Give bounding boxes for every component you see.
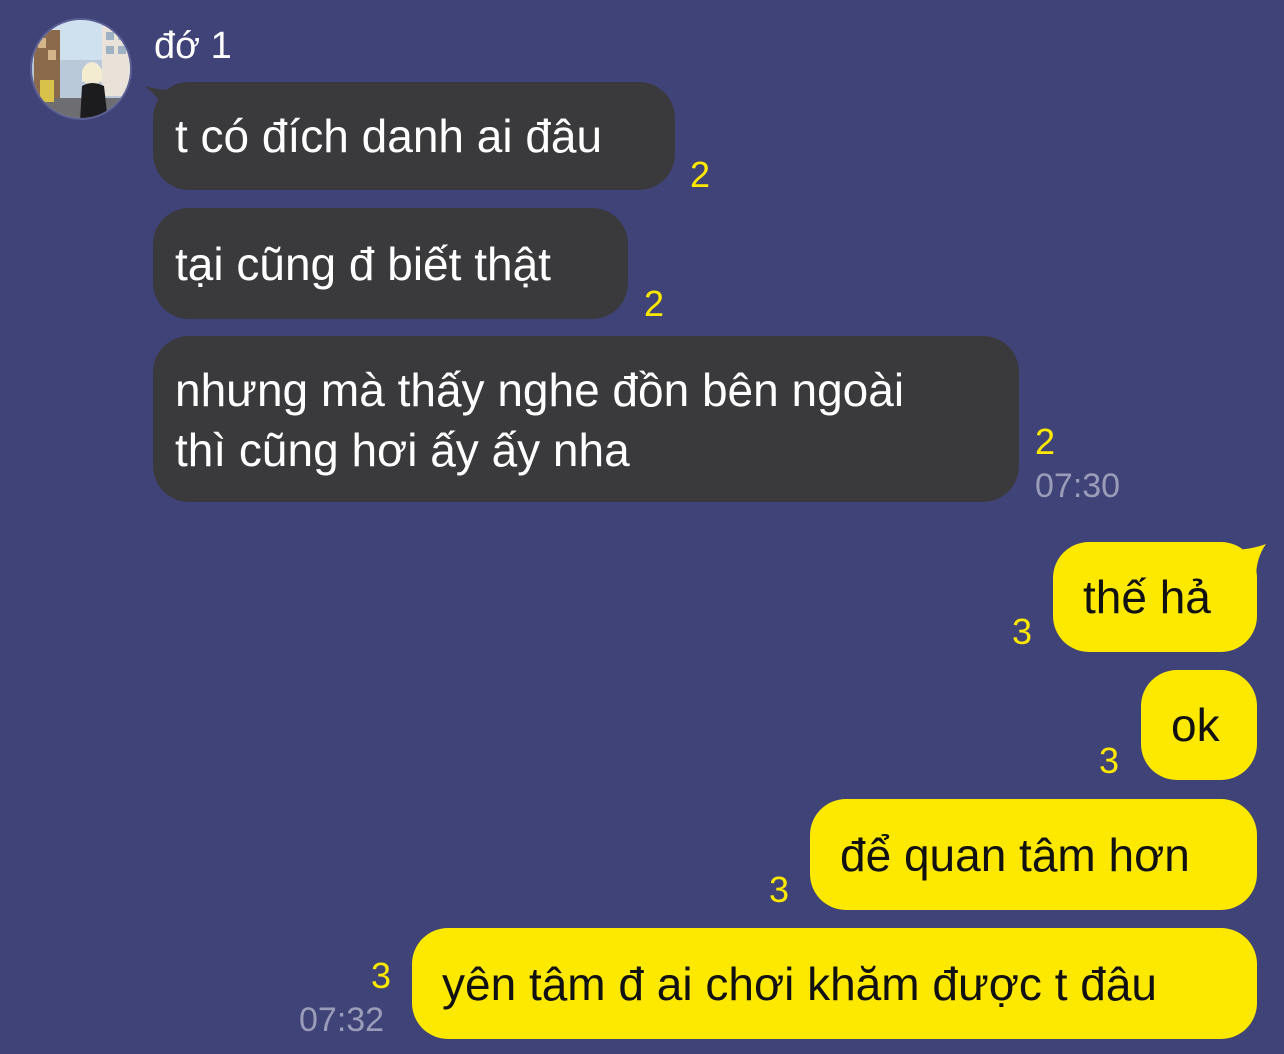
sender-avatar[interactable] [30, 18, 132, 120]
message-text-line: thì cũng hơi ấy ấy nha [175, 424, 630, 476]
message-text-line: nhưng mà thấy nghe đồn bên ngoài [175, 364, 905, 416]
profile-photo-icon [32, 20, 130, 118]
read-count: 2 [1035, 421, 1056, 462]
outgoing-message[interactable]: để quan tâm hơn [810, 799, 1257, 910]
read-count: 2 [690, 154, 711, 195]
message-timestamp: 07:30 [1035, 467, 1121, 505]
message-text: ok [1171, 699, 1220, 751]
message-text: thế hả [1083, 571, 1211, 623]
read-count: 3 [371, 955, 392, 996]
chat-view: đớ 1 t có đích danh ai đâu 2 tại cũng đ … [0, 0, 1284, 1054]
sender-name: đớ 1 [154, 25, 232, 67]
message-text: t có đích danh ai đâu [175, 110, 603, 162]
read-count: 3 [1099, 740, 1120, 781]
incoming-message[interactable]: t có đích danh ai đâu [153, 82, 675, 190]
message-timestamp: 07:32 [299, 1001, 385, 1039]
read-count: 3 [1012, 611, 1033, 652]
read-count: 3 [769, 869, 790, 910]
message-text: yên tâm đ ai chơi khăm được t đâu [442, 958, 1157, 1010]
read-count: 2 [644, 283, 665, 324]
message-text: tại cũng đ biết thật [175, 238, 551, 290]
outgoing-message[interactable]: ok [1141, 670, 1257, 780]
outgoing-message[interactable]: yên tâm đ ai chơi khăm được t đâu [412, 928, 1257, 1039]
incoming-message[interactable]: nhưng mà thấy nghe đồn bên ngoài thì cũn… [153, 336, 1019, 502]
message-text: để quan tâm hơn [840, 829, 1190, 881]
outgoing-message[interactable]: thế hả [1053, 542, 1257, 652]
incoming-message[interactable]: tại cũng đ biết thật [153, 208, 628, 319]
